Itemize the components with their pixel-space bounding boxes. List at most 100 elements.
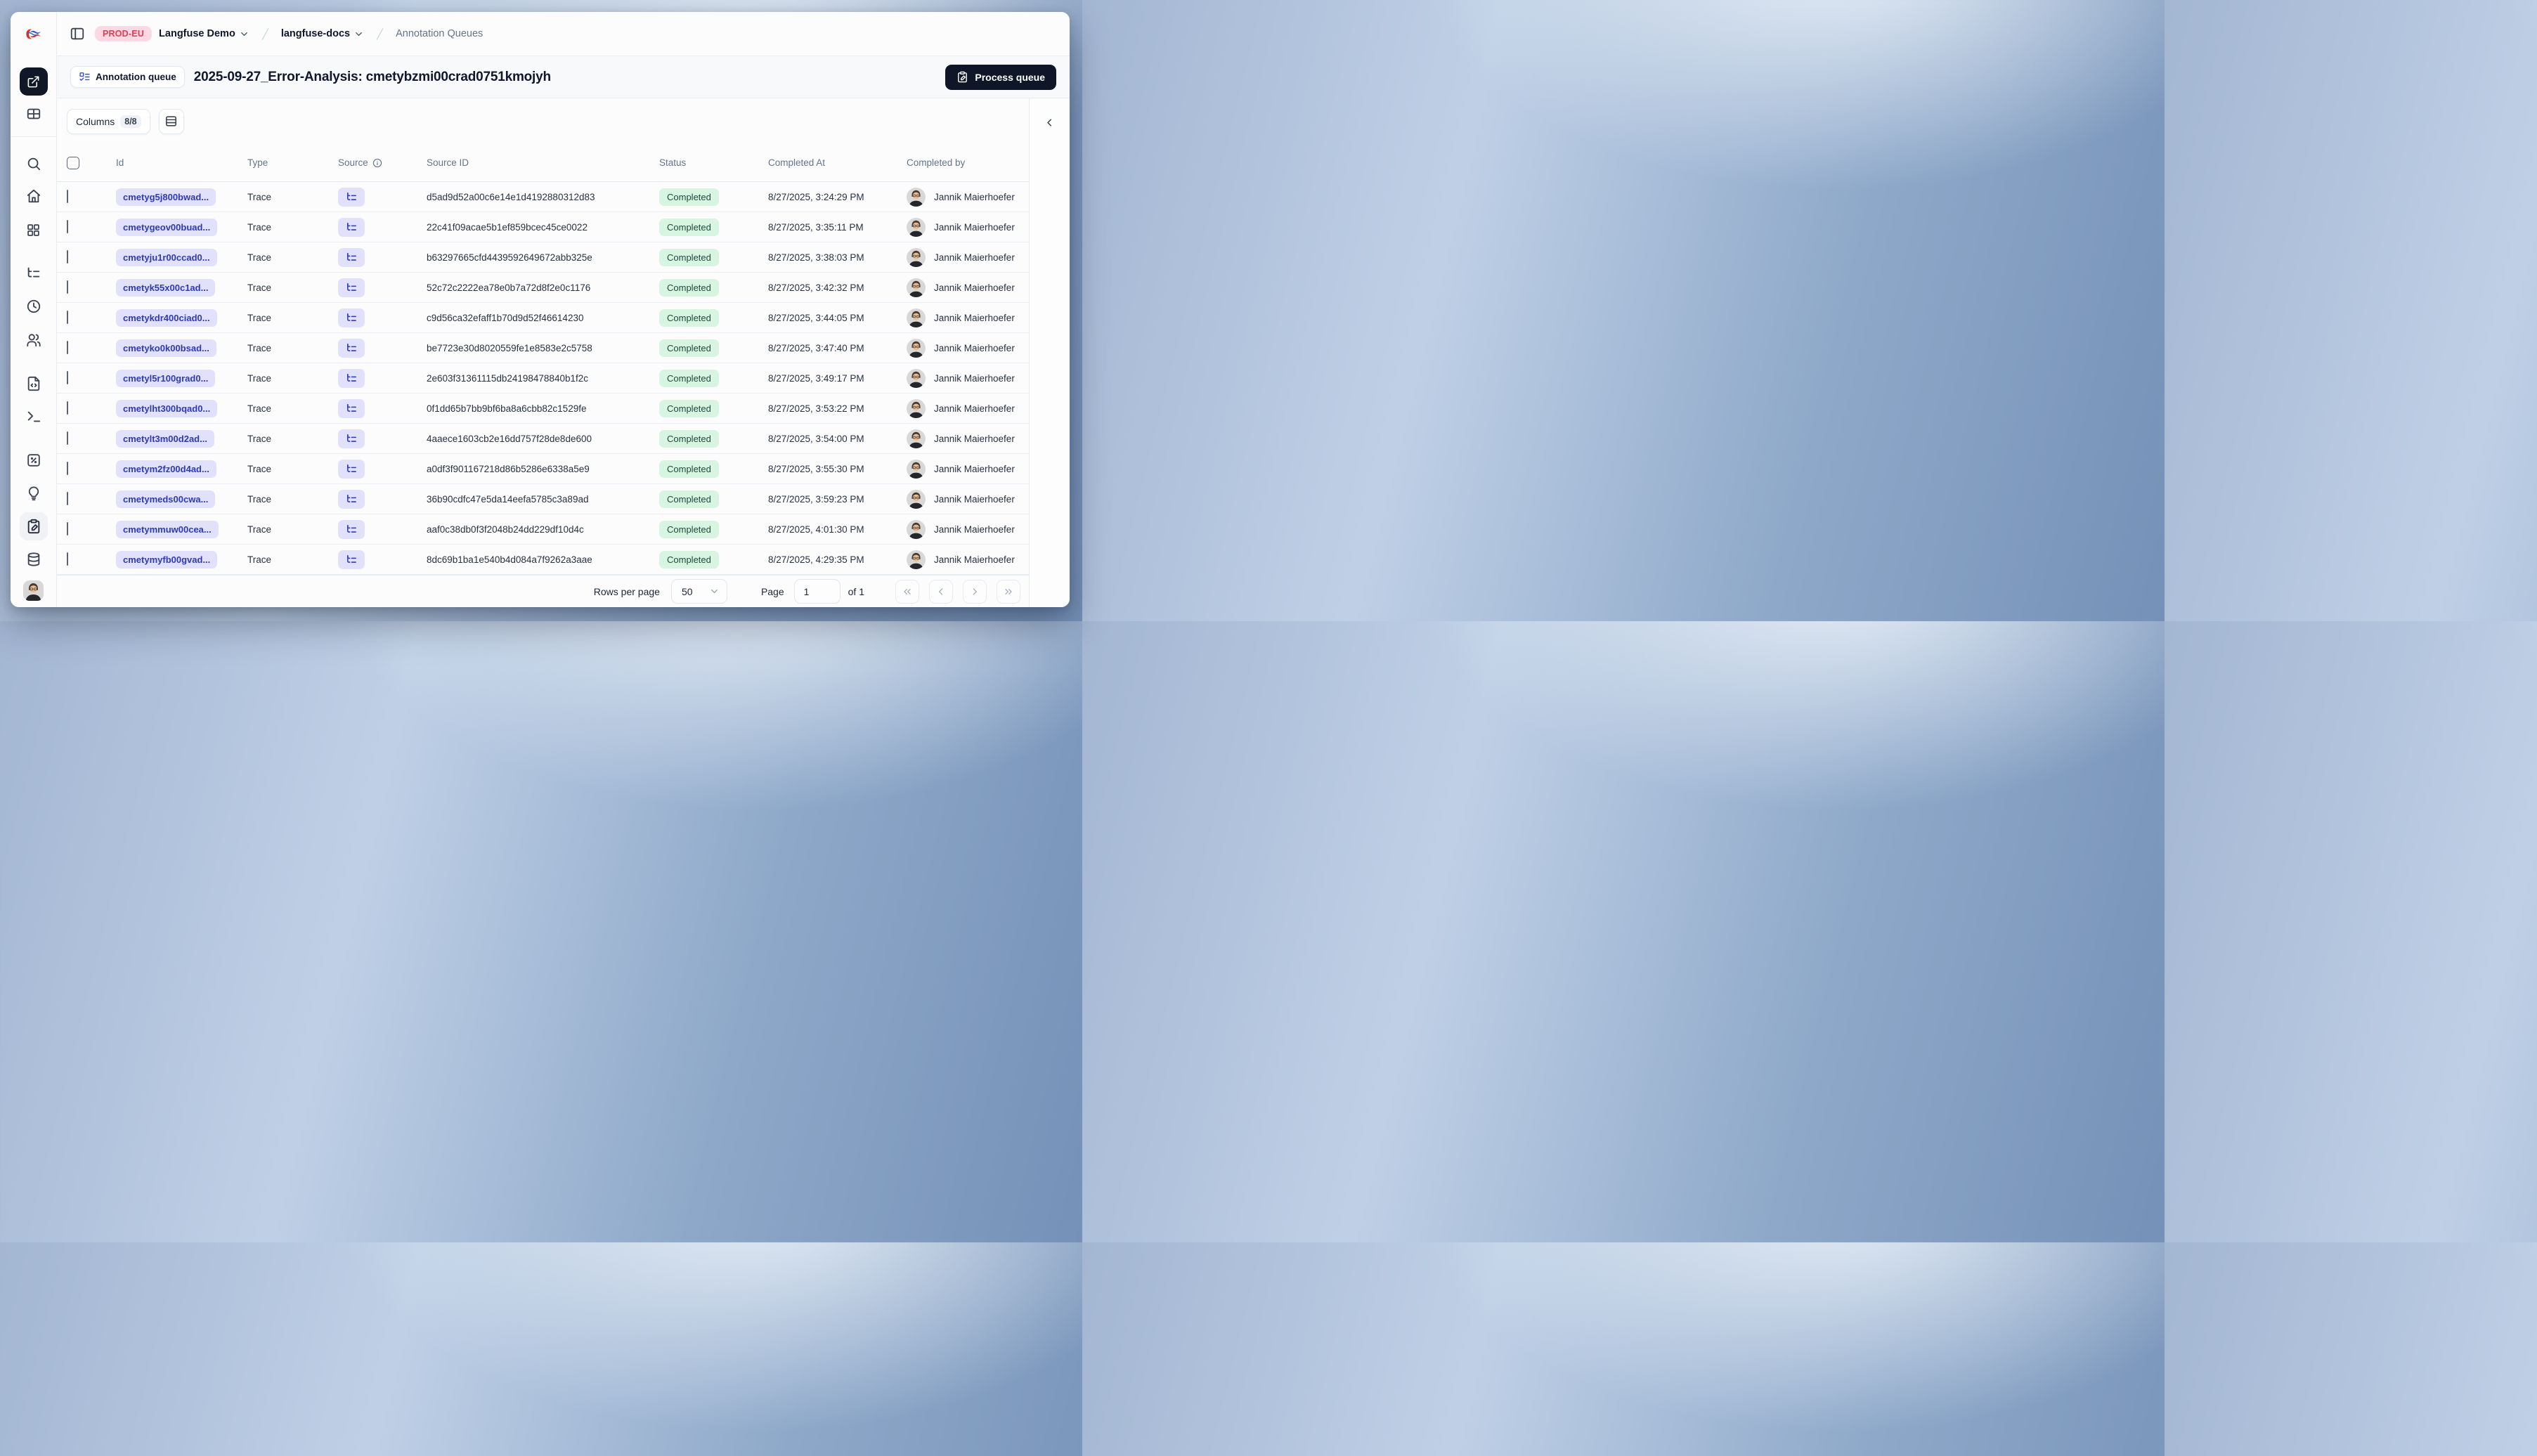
sidebar-toggle-icon[interactable]: [70, 26, 85, 41]
column-header-source[interactable]: Source: [328, 157, 417, 168]
row-checkbox[interactable]: [67, 220, 68, 233]
source-trace-link[interactable]: [338, 187, 365, 207]
row-checkbox[interactable]: [67, 280, 68, 294]
id-cell: cmetymyfb00gvad...: [106, 550, 238, 568]
queue-type-badge[interactable]: Annotation queue: [70, 66, 185, 88]
row-checkbox[interactable]: [67, 250, 68, 264]
source-trace-link[interactable]: [338, 550, 365, 569]
column-header-id[interactable]: Id: [106, 157, 238, 168]
users-icon[interactable]: [25, 332, 42, 349]
prev-page-button[interactable]: [929, 579, 953, 604]
item-id-link[interactable]: cmetylht300bqad0...: [116, 399, 218, 417]
environment-badge[interactable]: PROD-EU: [95, 26, 153, 41]
page-number-input[interactable]: [793, 579, 841, 604]
clipboard-pen-icon: [958, 71, 968, 83]
first-page-button[interactable]: [895, 579, 919, 604]
row-checkbox[interactable]: [67, 401, 68, 415]
datasets-database-icon[interactable]: [25, 551, 42, 568]
annotation-queues-item[interactable]: [19, 512, 48, 540]
dashboard-icon[interactable]: [25, 221, 42, 238]
source-trace-link[interactable]: [338, 429, 365, 448]
table-row[interactable]: cmetyl5r100grad0... Trace 2e603f31361115…: [57, 363, 1029, 394]
tracing-icon[interactable]: [25, 265, 42, 282]
info-icon[interactable]: [372, 158, 382, 168]
row-checkbox[interactable]: [67, 371, 68, 384]
row-checkbox[interactable]: [67, 462, 68, 475]
insights-lightbulb-icon[interactable]: [25, 485, 42, 502]
source-trace-link[interactable]: [338, 489, 365, 509]
row-checkbox[interactable]: [67, 552, 68, 566]
columns-button[interactable]: Columns 8/8: [67, 108, 150, 134]
item-id-link[interactable]: cmetyk55x00c1ad...: [116, 278, 216, 297]
column-header-source-id[interactable]: Source ID: [417, 157, 649, 168]
column-header-completed-at[interactable]: Completed At: [758, 157, 897, 168]
source-trace-link[interactable]: [338, 368, 365, 388]
process-queue-button[interactable]: Process queue: [945, 64, 1056, 90]
table-row[interactable]: cmetyju1r00ccad0... Trace b63297665cfd44…: [57, 242, 1029, 273]
source-trace-link[interactable]: [338, 338, 365, 358]
table-row[interactable]: cmetykdr400ciad0... Trace c9d56ca32efaff…: [57, 303, 1029, 333]
breadcrumb-section[interactable]: Annotation Queues: [396, 28, 483, 39]
row-checkbox[interactable]: [67, 190, 68, 203]
row-checkbox[interactable]: [67, 341, 68, 354]
table-row[interactable]: cmetym2fz00d4ad... Trace a0df3f901167218…: [57, 454, 1029, 484]
open-external-button[interactable]: [19, 67, 48, 96]
item-id-link[interactable]: cmetygeov00buad...: [116, 218, 218, 236]
table-row[interactable]: cmetymmuw00cea... Trace aaf0c38db0f3f204…: [57, 514, 1029, 545]
table-row[interactable]: cmetygeov00buad... Trace 22c41f09acae5b1…: [57, 212, 1029, 242]
source-trace-link[interactable]: [338, 278, 365, 297]
source-trace-link[interactable]: [338, 398, 365, 418]
sessions-clock-icon[interactable]: [25, 298, 42, 315]
source-trace-link[interactable]: [338, 308, 365, 327]
item-id-link[interactable]: cmetyl5r100grad0...: [116, 369, 216, 387]
completed-by-cell: Jannik Maierhoefer: [897, 519, 1029, 539]
select-all-checkbox[interactable]: [67, 156, 79, 169]
playground-terminal-icon[interactable]: [25, 408, 42, 425]
item-id-link[interactable]: cmetymyfb00gvad...: [116, 550, 218, 568]
table-view-icon[interactable]: [25, 105, 42, 122]
row-checkbox[interactable]: [67, 311, 68, 324]
completed-at-cell: 8/27/2025, 3:53:22 PM: [768, 403, 864, 414]
item-id-link[interactable]: cmetyju1r00ccad0...: [116, 248, 217, 266]
evaluation-percent-icon[interactable]: [25, 452, 42, 469]
table-row[interactable]: cmetymyfb00gvad... Trace 8dc69b1ba1e540b…: [57, 545, 1029, 575]
langfuse-logo[interactable]: [11, 12, 56, 56]
row-height-button[interactable]: [158, 108, 184, 134]
column-header-type[interactable]: Type: [238, 157, 328, 168]
source-id-cell: a0df3f901167218d86b5286e6338a5e9: [427, 463, 590, 474]
table-row[interactable]: cmetyko0k00bsad... Trace be7723e30d80205…: [57, 333, 1029, 363]
status-badge: Completed: [659, 339, 719, 357]
user-avatar[interactable]: [23, 580, 44, 601]
table-row[interactable]: cmetyg5j800bwad... Trace d5ad9d52a00c6e1…: [57, 182, 1029, 212]
source-trace-link[interactable]: [338, 217, 365, 237]
item-id-link[interactable]: cmetykdr400ciad0...: [116, 308, 217, 327]
item-id-link[interactable]: cmetymmuw00cea...: [116, 520, 219, 538]
source-trace-link[interactable]: [338, 459, 365, 479]
item-id-link[interactable]: cmetym2fz00d4ad...: [116, 460, 216, 478]
column-header-status[interactable]: Status: [649, 157, 758, 168]
completed-by-name: Jannik Maierhoefer: [934, 191, 1015, 202]
row-checkbox[interactable]: [67, 492, 68, 505]
item-id-link[interactable]: cmetymeds00cwa...: [116, 490, 216, 508]
table-row[interactable]: cmetylt3m00d2ad... Trace 4aaece1603cb2e1…: [57, 424, 1029, 454]
column-header-completed-by[interactable]: Completed by: [897, 157, 1029, 168]
row-checkbox[interactable]: [67, 522, 68, 535]
item-id-link[interactable]: cmetyko0k00bsad...: [116, 339, 216, 357]
source-trace-link[interactable]: [338, 519, 365, 539]
table-row[interactable]: cmetyk55x00c1ad... Trace 52c72c2222ea78e…: [57, 273, 1029, 303]
search-icon[interactable]: [25, 155, 42, 172]
table-row[interactable]: cmetylht300bqad0... Trace 0f1dd65b7bb9bf…: [57, 394, 1029, 424]
last-page-button[interactable]: [997, 579, 1020, 604]
row-checkbox[interactable]: [67, 431, 68, 445]
prompts-file-icon[interactable]: [25, 375, 42, 392]
next-page-button[interactable]: [963, 579, 987, 604]
org-selector[interactable]: Langfuse Demo: [159, 28, 249, 39]
collapse-panel-button[interactable]: [1039, 112, 1060, 133]
item-id-link[interactable]: cmetylt3m00d2ad...: [116, 429, 214, 448]
source-trace-link[interactable]: [338, 247, 365, 267]
rows-per-page-select[interactable]: 50: [670, 579, 727, 604]
item-id-link[interactable]: cmetyg5j800bwad...: [116, 188, 216, 206]
project-selector[interactable]: langfuse-docs: [281, 28, 364, 39]
table-row[interactable]: cmetymeds00cwa... Trace 36b90cdfc47e5da1…: [57, 484, 1029, 514]
home-icon[interactable]: [25, 188, 42, 204]
